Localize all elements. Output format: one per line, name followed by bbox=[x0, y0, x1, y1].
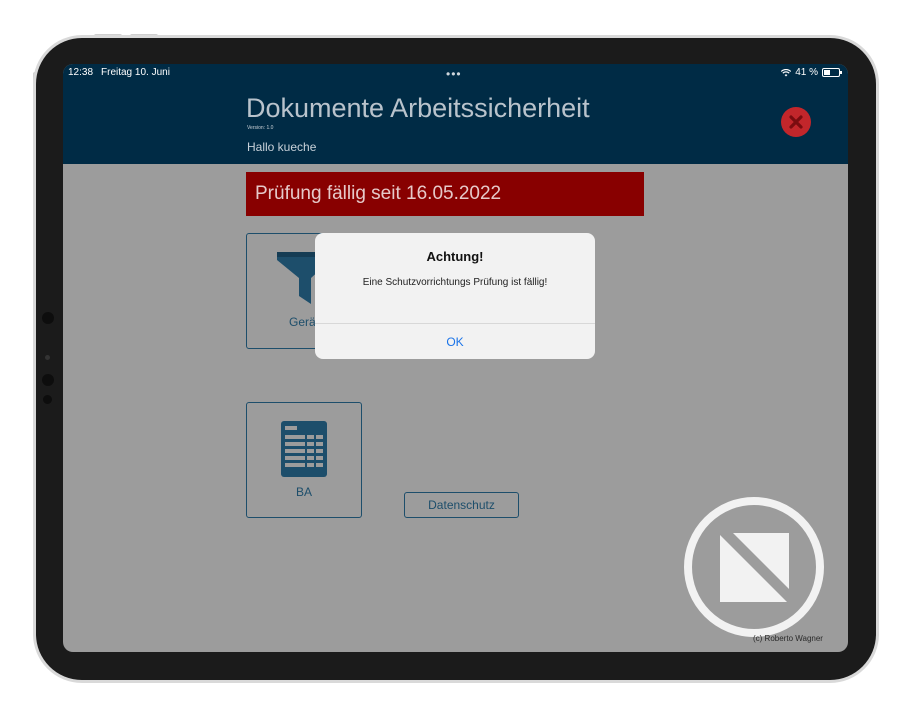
alert-ok-button[interactable]: OK bbox=[315, 324, 595, 359]
close-circle-icon bbox=[789, 115, 803, 129]
alert-message: Eine Schutzvorrichtungs Prüfung ist fäll… bbox=[362, 277, 548, 288]
version-label: Version: 1.0 bbox=[247, 125, 274, 131]
copyright-label: (c) Roberto Wagner bbox=[753, 634, 823, 643]
banner-text: Prüfung fällig seit 16.05.2022 bbox=[255, 183, 502, 204]
status-date: Freitag 10. Juni bbox=[101, 67, 170, 78]
device-sensor bbox=[45, 355, 50, 360]
multitasking-dots-icon[interactable]: ••• bbox=[446, 67, 462, 81]
close-button[interactable] bbox=[781, 107, 811, 137]
wifi-icon bbox=[781, 68, 792, 76]
device-button-volume-down bbox=[43, 395, 52, 404]
alert-title: Achtung! bbox=[426, 249, 484, 264]
page-title: Dokumente Arbeitssicherheit bbox=[246, 93, 590, 123]
tile-ba[interactable]: BA bbox=[246, 402, 362, 518]
status-right: 41 % bbox=[781, 67, 842, 78]
status-time: 12:38 bbox=[68, 67, 94, 78]
app-screen: 12:38 Freitag 10. Juni ••• 41 % Dokument… bbox=[63, 64, 848, 652]
datenschutz-button[interactable]: Datenschutz bbox=[404, 492, 519, 518]
battery-icon bbox=[822, 68, 842, 77]
device-button-volume-up bbox=[42, 374, 54, 386]
app-header: 12:38 Freitag 10. Juni ••• 41 % Dokument… bbox=[63, 64, 848, 164]
battery-percent: 41 % bbox=[795, 67, 818, 78]
greeting-label: Hallo kueche bbox=[247, 140, 317, 154]
alert-dialog: Achtung! Eine Schutzvorrichtungs Prüfung… bbox=[315, 233, 595, 359]
inspection-due-banner: Prüfung fällig seit 16.05.2022 bbox=[246, 172, 644, 216]
watermark-logo-icon bbox=[684, 497, 824, 637]
document-table-icon bbox=[281, 421, 327, 477]
tile-ba-label: BA bbox=[295, 485, 312, 499]
device-camera bbox=[42, 312, 54, 324]
